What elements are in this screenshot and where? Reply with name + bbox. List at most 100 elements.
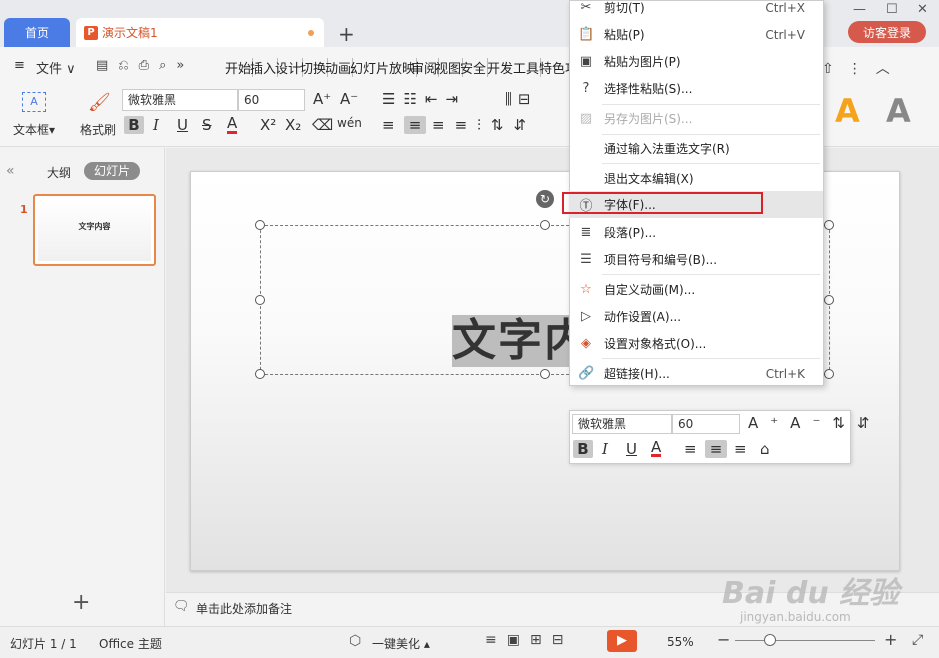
fit-window-icon[interactable]: ⤢ <box>912 632 923 648</box>
menu-tab-slideshow[interactable]: 幻灯片放映 <box>349 58 418 77</box>
maximize-icon[interactable]: ☐ <box>886 2 898 17</box>
menu-item-paste-image[interactable]: ▣ 粘贴为图片(P) <box>569 48 823 75</box>
menu-item-reselect-ime[interactable]: 通过输入法重选文字(R) <box>569 135 823 162</box>
login-button[interactable]: 访客登录 <box>848 21 926 43</box>
play-button[interactable]: ▶ <box>607 630 637 652</box>
mini-align-right-icon[interactable]: ≡ <box>734 440 747 458</box>
menu-item-paragraph[interactable]: ≣ 段落(P)... <box>569 219 823 246</box>
italic-button[interactable]: I <box>153 116 159 134</box>
menu-item-custom-animation[interactable]: ☆ 自定义动画(M)... <box>569 276 823 303</box>
file-menu[interactable]: 文件 ∨ <box>36 58 76 77</box>
resize-handle[interactable] <box>824 369 834 379</box>
quick-access-icons[interactable]: ▤⎌⎙⌕» <box>96 58 194 73</box>
menu-item-cut[interactable]: ✂ 剪切(T) Ctrl+X <box>569 0 823 21</box>
minimize-icon[interactable]: — <box>853 2 866 17</box>
tab-home[interactable]: 首页 <box>4 18 70 47</box>
scissors-icon: ✂ <box>580 0 592 15</box>
zoom-slider-thumb[interactable] <box>764 634 776 646</box>
bold-button[interactable]: B <box>124 116 144 134</box>
watermark-url: jingyan.baidu.com <box>740 610 851 624</box>
menu-tab-security[interactable]: 安全 <box>459 58 489 77</box>
strikethrough-button[interactable]: S <box>202 116 212 134</box>
font-size-select[interactable]: 60 <box>238 89 305 111</box>
textbox-button[interactable]: 文本框▾ <box>13 121 55 138</box>
mini-bold-button[interactable]: B <box>573 440 593 458</box>
zoom-level[interactable]: 55% <box>667 635 694 649</box>
view-mode-icons[interactable]: ≡▣⊞⊟ <box>485 632 573 648</box>
menu-item-label: 另存为图片(S)... <box>604 112 693 126</box>
menu-item-label: 自定义动画(M)... <box>604 283 696 297</box>
unsaved-dot-icon <box>308 30 314 36</box>
mini-align-center-icon[interactable]: ≡ <box>705 440 727 458</box>
menu-item-save-as-image: ▨ 另存为图片(S)... <box>569 105 823 132</box>
play-icon: ▶ <box>617 633 627 648</box>
align-left-icon[interactable]: ≡ <box>382 116 403 134</box>
new-tab-button[interactable]: + <box>338 22 355 46</box>
zoom-out-icon[interactable]: − <box>717 630 730 649</box>
resize-handle[interactable] <box>255 369 265 379</box>
list-icons[interactable]: ☰☷⇤⇥ <box>382 90 466 108</box>
align-center-icon[interactable]: ≡ <box>404 116 426 134</box>
resize-handle[interactable] <box>824 295 834 305</box>
share-icons[interactable]: ⇧⋮︿ <box>822 58 904 78</box>
notes-placeholder[interactable]: 单击此处添加备注 <box>196 600 292 617</box>
menu-item-label: 粘贴为图片(P) <box>604 55 681 69</box>
hamburger-icon[interactable]: ≡ <box>14 58 25 73</box>
menu-item-paste-special[interactable]: ? 选择性粘贴(S)... <box>569 75 823 102</box>
mini-italic-button[interactable]: I <box>602 440 608 458</box>
menu-item-label: 动作设置(A)... <box>604 310 682 324</box>
menu-item-action-settings[interactable]: ▷ 动作设置(A)... <box>569 303 823 330</box>
clear-format-icon[interactable]: ⌫ <box>312 116 333 134</box>
resize-handle[interactable] <box>255 220 265 230</box>
resize-handle[interactable] <box>824 220 834 230</box>
superscript-button[interactable]: X² <box>260 116 276 134</box>
menu-item-hyperlink[interactable]: 🔗 超链接(H)... Ctrl+K <box>569 360 823 387</box>
text-style-a1[interactable]: A <box>835 92 860 130</box>
font-grow-icon[interactable]: A⁺ <box>313 90 331 108</box>
tab-slides[interactable]: 幻灯片 <box>84 162 140 180</box>
subscript-button[interactable]: X₂ <box>285 116 301 134</box>
paragraph-icon: ≣ <box>580 225 592 240</box>
phonetic-icon[interactable]: wén <box>337 116 362 130</box>
align-more-icons[interactable]: ≡≡⫶⇅⇵ <box>432 116 536 134</box>
beautify-icon[interactable]: ⬡ <box>349 633 361 649</box>
underline-button[interactable]: U <box>177 116 188 134</box>
presentation-icon: P <box>84 25 98 40</box>
font-color-button[interactable]: A <box>227 116 238 134</box>
rotate-handle-icon[interactable]: ↻ <box>536 190 554 208</box>
menu-item-exit-edit[interactable]: 退出文本编辑(X) <box>569 165 823 192</box>
resize-handle[interactable] <box>540 369 550 379</box>
mini-underline-button[interactable]: U <box>626 440 637 458</box>
resize-handle[interactable] <box>540 220 550 230</box>
add-slide-button[interactable]: + <box>72 590 90 615</box>
menu-item-label: 退出文本编辑(X) <box>604 172 694 186</box>
mini-size-icons[interactable]: A⁺A⁻⇅⇵ <box>748 414 882 432</box>
slide-thumbnail[interactable]: 文字内容 <box>33 194 156 266</box>
collapse-panel-icon[interactable]: « <box>6 163 15 179</box>
text-style-a2[interactable]: A <box>886 92 911 130</box>
mini-font-color-button[interactable]: A <box>651 440 662 457</box>
tab-outline[interactable]: 大纲 <box>47 164 71 181</box>
menu-item-paste[interactable]: 📋 粘贴(P) Ctrl+V <box>569 21 823 48</box>
zoom-in-icon[interactable]: + <box>884 630 897 649</box>
format-painter-button[interactable]: 格式刷 <box>80 121 116 138</box>
mini-font-select[interactable]: 微软雅黑 <box>572 414 672 434</box>
thumbnail-text: 文字内容 <box>38 199 151 261</box>
format-painter-icon[interactable]: 🖌 <box>88 92 111 113</box>
menu-tab-developer[interactable]: 开发工具 <box>486 58 542 77</box>
mini-align-left-icon[interactable]: ≡ <box>684 440 697 458</box>
close-icon[interactable]: ✕ <box>917 2 928 17</box>
font-family-select[interactable]: 微软雅黑 <box>122 89 238 111</box>
textbox-icon[interactable]: A <box>22 92 46 112</box>
zoom-slider-track[interactable] <box>735 640 875 641</box>
beautify-button[interactable]: 一键美化 ▴ <box>372 635 430 652</box>
menu-separator <box>602 274 820 275</box>
menu-item-bullets[interactable]: ☰ 项目符号和编号(B)... <box>569 246 823 273</box>
tab-document[interactable]: P 演示文稿1 <box>76 18 324 47</box>
mini-size-select[interactable]: 60 <box>672 414 740 434</box>
mini-format-painter-icon[interactable]: ⌂ <box>760 440 770 458</box>
font-shrink-icon[interactable]: A⁻ <box>340 90 358 108</box>
menu-item-format-object[interactable]: ◈ 设置对象格式(O)... <box>569 330 823 357</box>
column-icons[interactable]: ⫼⊟ <box>505 90 536 108</box>
resize-handle[interactable] <box>255 295 265 305</box>
